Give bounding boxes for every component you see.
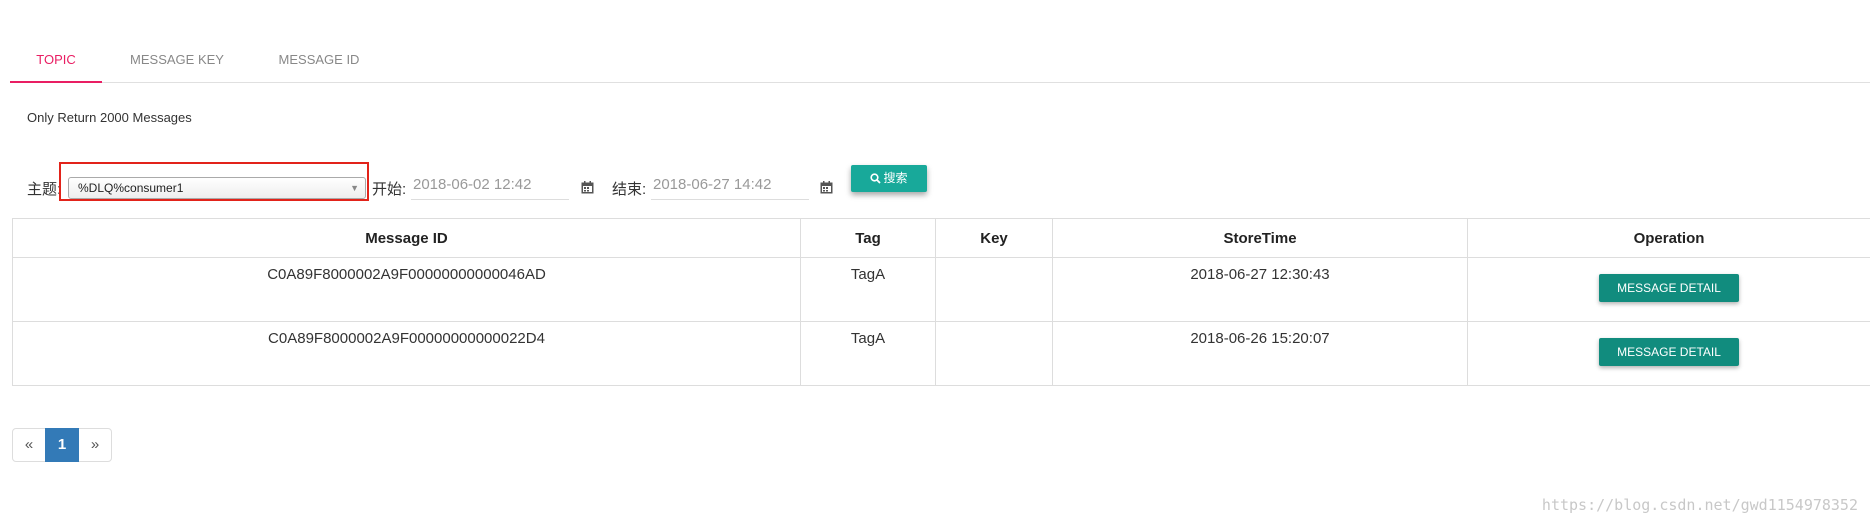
- operation-cell: MESSAGE DETAIL: [1467, 321, 1870, 386]
- pagination: « 1 »: [12, 428, 112, 462]
- column-header-operation: Operation: [1467, 218, 1870, 258]
- key-cell: [935, 321, 1053, 386]
- end-label: 结束:: [612, 181, 647, 198]
- message-detail-button[interactable]: MESSAGE DETAIL: [1599, 338, 1739, 366]
- message-table: Message ID Tag Key StoreTime Operation C…: [12, 218, 1870, 386]
- column-header-message-id: Message ID: [12, 218, 801, 258]
- search-icon: [870, 173, 882, 184]
- tag-cell: TagA: [800, 257, 936, 322]
- topic-select[interactable]: %DLQ%consumer1 ▼: [68, 177, 366, 199]
- tag-cell: TagA: [800, 321, 936, 386]
- store-time-cell: 2018-06-27 12:30:43: [1052, 257, 1468, 322]
- tab-topic[interactable]: TOPIC: [10, 50, 102, 83]
- watermark: https://blog.csdn.net/gwd1154978352: [1541, 496, 1858, 514]
- key-cell: [935, 257, 1053, 322]
- calendar-icon[interactable]: [820, 181, 833, 194]
- operation-cell: MESSAGE DETAIL: [1467, 257, 1870, 322]
- chevron-down-icon: ▼: [350, 183, 359, 193]
- store-time-cell: 2018-06-26 15:20:07: [1052, 321, 1468, 386]
- pagination-prev-button[interactable]: «: [12, 428, 46, 462]
- table-row: C0A89F8000002A9F00000000000022D4 TagA 20…: [12, 321, 1870, 386]
- calendar-icon[interactable]: [581, 181, 594, 194]
- start-label: 开始:: [372, 181, 407, 198]
- message-id-cell: C0A89F8000002A9F00000000000022D4: [12, 321, 801, 386]
- table-row: C0A89F8000002A9F00000000000046AD TagA 20…: [12, 257, 1870, 322]
- topic-select-value: %DLQ%consumer1: [78, 181, 184, 195]
- topic-label: 主题:: [27, 181, 62, 198]
- search-button-label: 搜索: [883, 171, 908, 185]
- column-header-tag: Tag: [800, 218, 936, 258]
- search-button[interactable]: 搜索: [851, 165, 927, 192]
- result-limit-note: Only Return 2000 Messages: [27, 110, 192, 125]
- tab-bar: TOPIC MESSAGE KEY MESSAGE ID: [10, 38, 1870, 83]
- pagination-next-button[interactable]: »: [78, 428, 112, 462]
- start-date-input[interactable]: 2018-06-02 12:42: [411, 172, 569, 200]
- end-date-input[interactable]: 2018-06-27 14:42: [651, 172, 809, 200]
- tab-message-key[interactable]: MESSAGE KEY: [117, 50, 237, 81]
- column-header-store-time: StoreTime: [1052, 218, 1468, 258]
- table-header-row: Message ID Tag Key StoreTime Operation: [12, 218, 1870, 258]
- tab-message-id[interactable]: MESSAGE ID: [264, 50, 374, 81]
- message-query-page: TOPIC MESSAGE KEY MESSAGE ID Only Return…: [0, 0, 1870, 526]
- pagination-page-1[interactable]: 1: [45, 428, 79, 462]
- column-header-key: Key: [935, 218, 1053, 258]
- message-id-cell: C0A89F8000002A9F00000000000046AD: [12, 257, 801, 322]
- message-detail-button[interactable]: MESSAGE DETAIL: [1599, 274, 1739, 302]
